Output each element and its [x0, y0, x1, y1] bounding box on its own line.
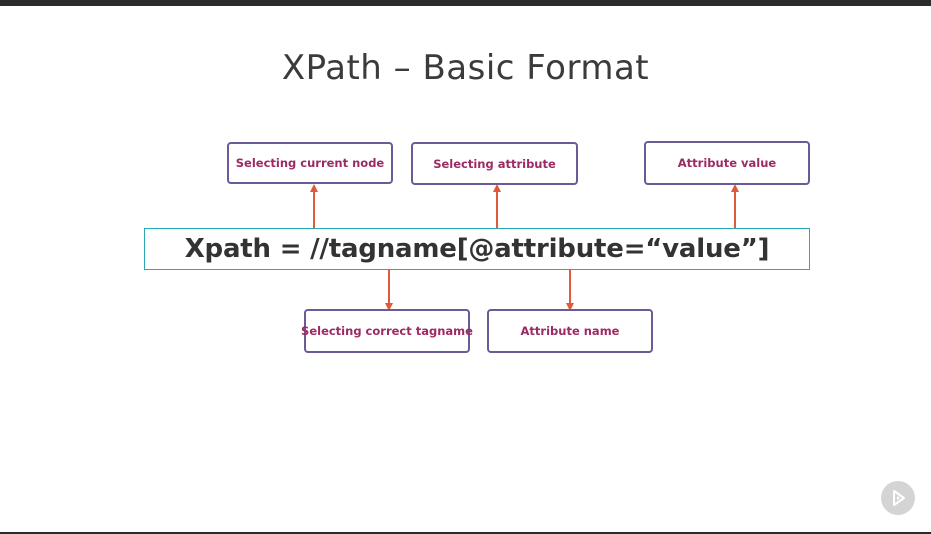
xpath-formula: Xpath = //tagname[@attribute=“value”] [184, 234, 770, 264]
xpath-formula-box: Xpath = //tagname[@attribute=“value”] [144, 228, 810, 270]
label-selecting-attribute: Selecting attribute [411, 142, 578, 185]
label-text: Selecting current node [235, 156, 385, 170]
label-selecting-correct-tagname: Selecting correct tagname [301, 309, 473, 353]
play-icon [893, 490, 905, 506]
label-text: Attribute name [520, 324, 620, 338]
label-attribute-value: Attribute value [644, 141, 810, 185]
label-text: Attribute value [677, 156, 777, 170]
play-button[interactable] [881, 481, 915, 515]
label-selecting-current-node: Selecting current node [227, 142, 393, 184]
label-attribute-name: Attribute name [487, 309, 653, 353]
label-text: Selecting correct tagname [301, 324, 473, 338]
label-text: Selecting attribute [433, 156, 556, 171]
